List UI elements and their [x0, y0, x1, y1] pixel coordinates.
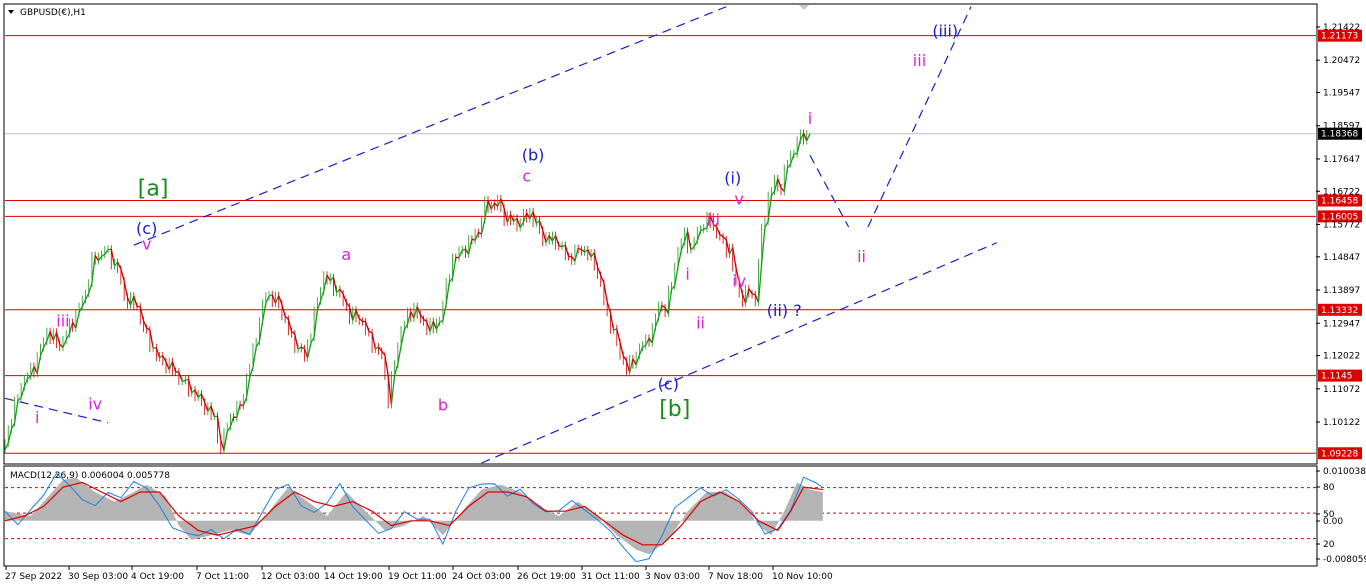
time-axis: 27 Sep 2022 30 Sep 03:00 4 Oct 19:00 7 Oct …	[5, 566, 833, 582]
price-tick-label-11: 1.11072	[1323, 385, 1360, 395]
level-tag-label-5: 1.09228	[1321, 449, 1358, 459]
macd-tick-label-5: -0.008059	[1323, 555, 1366, 565]
wave-label-12: a	[341, 245, 351, 264]
level-tag-label-1: 1.16458	[1321, 197, 1358, 207]
price-segment-55	[181, 379, 186, 382]
price-segment-232	[751, 293, 756, 296]
price-tick-label-8: 1.13897	[1323, 286, 1360, 296]
macd-tick-label-3: 0.00	[1323, 517, 1343, 527]
time-label-0: 27 Sep 2022	[5, 572, 62, 582]
time-label-10: 3 Nov 03:00	[645, 572, 700, 582]
wave-label-5: (i)	[724, 168, 741, 187]
time-label-3: 7 Oct 11:00	[196, 572, 249, 582]
time-label-5: 14 Oct 19:00	[324, 572, 383, 582]
wave-label-8: i	[35, 408, 39, 427]
time-label-6: 19 Oct 11:00	[388, 572, 447, 582]
wave-label-13: b	[438, 396, 448, 415]
wave-label-16: ii	[696, 313, 705, 332]
macd-panel-frame	[3, 465, 1318, 567]
price-tick-label-7: 1.14847	[1323, 253, 1360, 263]
wave-label-15: i	[685, 264, 689, 283]
wave-label-17: iii	[707, 210, 720, 229]
time-label-11: 7 Nov 18:00	[708, 572, 763, 582]
wave-label-7: (iii)	[932, 21, 958, 40]
wave-label-20: i	[808, 109, 812, 128]
time-label-12: 10 Nov 10:00	[772, 572, 833, 582]
price-tick-label-10: 1.12022	[1323, 352, 1360, 362]
level-tag-label-0: 1.21173	[1321, 32, 1358, 42]
wave-label-1: [b]	[659, 397, 690, 422]
time-label-4: 12 Oct 03:00	[261, 572, 320, 582]
price-tick-label-6: 1.15772	[1323, 220, 1360, 230]
macd-tick-label-0: 0.010038	[1323, 467, 1366, 477]
price-segment-245	[793, 152, 798, 155]
wave-label-22: iii	[913, 51, 926, 70]
price-tick-label-9: 1.12947	[1323, 319, 1360, 329]
price-tick-label-5: 1.16722	[1323, 187, 1360, 197]
wave-label-6: (ii) ?	[767, 301, 802, 320]
time-label-8: 26 Oct 19:00	[517, 572, 576, 582]
level-tag-label-4: 1.1145	[1321, 372, 1353, 382]
level-tag-label-3: 1.13332	[1321, 306, 1358, 316]
price-segment-172	[558, 244, 563, 248]
price-tick-label-1: 1.20472	[1323, 56, 1360, 66]
price-panel-header: GBPUSD(€),H1	[8, 8, 86, 18]
price-axis: 1.211731.164581.160051.133321.11451.0922…	[1316, 23, 1362, 460]
macd-tick-label-4: 20	[1323, 540, 1335, 550]
chart-title: GBPUSD(€),H1	[20, 8, 86, 18]
price-segment-142	[462, 248, 466, 251]
time-label-9: 31 Oct 11:00	[581, 572, 640, 582]
time-label-2: 4 Oct 19:00	[131, 572, 184, 582]
price-tick-label-12: 1.10122	[1323, 418, 1360, 428]
wave-label-19: v	[734, 189, 743, 208]
price-tick-label-3: 1.18597	[1323, 122, 1360, 132]
price-tick-label-4: 1.17647	[1323, 155, 1360, 165]
wave-label-14: c	[522, 167, 531, 186]
price-tick-label-2: 1.19547	[1323, 89, 1360, 99]
wave-label-21: ii	[857, 247, 866, 266]
wave-label-4: (c)	[658, 375, 679, 394]
time-label-1: 30 Sep 03:00	[68, 572, 128, 582]
time-label-7: 24 Oct 03:00	[452, 572, 511, 582]
wave-label-10: iv	[88, 395, 102, 414]
macd-tick-label-1: 80	[1323, 483, 1335, 493]
price-tick-label-0: 1.21422	[1323, 23, 1360, 33]
macd-title: MACD(12,26,9) 0.006004 0.005778	[10, 471, 170, 481]
macd-panel-header: MACD(12,26,9) 0.006004 0.005778	[10, 471, 170, 481]
wave-label-0: [a]	[138, 177, 169, 202]
wave-label-18: iv	[732, 271, 746, 290]
wave-label-11: v	[142, 235, 151, 254]
chart-canvas: GBPUSD(€),H1 MACD(12,26,9) 0.006004 0.00…	[3, 3, 1366, 582]
wave-label-3: (b)	[522, 146, 545, 165]
wave-label-9: iii	[56, 312, 69, 331]
